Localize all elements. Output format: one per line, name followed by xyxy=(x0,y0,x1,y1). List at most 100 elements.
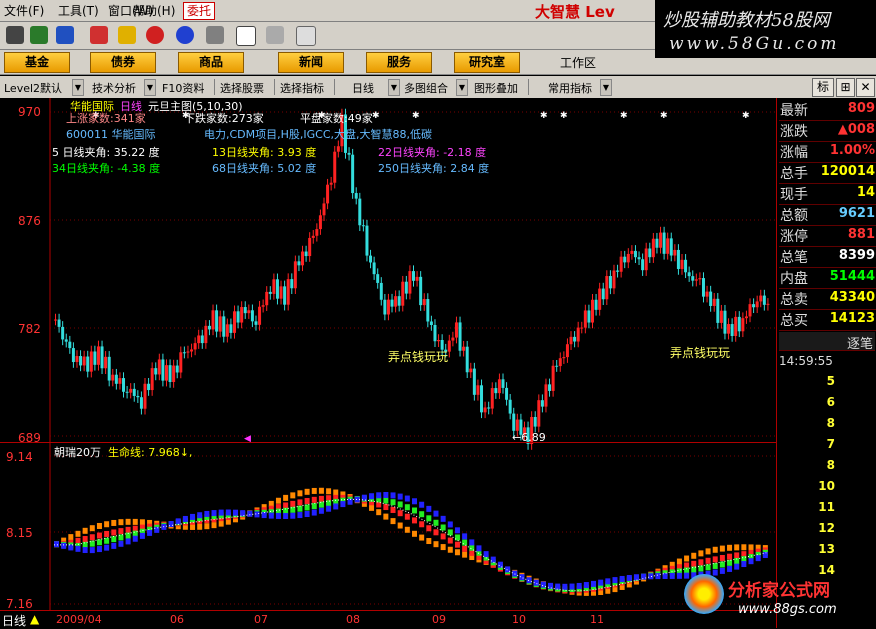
func-tech[interactable]: 技术分析 xyxy=(92,80,136,96)
tab-mark[interactable]: 标 xyxy=(812,78,834,97)
nav-fund[interactable]: 基金 xyxy=(4,52,70,73)
quote-value: 14123 xyxy=(829,311,875,326)
back-icon[interactable] xyxy=(6,26,24,44)
indicator-block xyxy=(426,538,432,545)
indicator-block xyxy=(111,542,117,549)
home-icon[interactable] xyxy=(56,26,74,44)
candle-body xyxy=(637,257,641,260)
nav-research[interactable]: 研究室 xyxy=(454,52,520,73)
indicator-block xyxy=(426,505,432,512)
candle-body xyxy=(229,324,233,333)
candle-body xyxy=(687,272,691,277)
tick-item: 12 xyxy=(818,521,835,535)
daily-dropdown-icon[interactable]: ▼ xyxy=(388,79,400,96)
candle-body xyxy=(501,379,505,388)
candle-body xyxy=(540,400,544,407)
down-count: 下跌家数:273家 xyxy=(184,112,264,125)
indicator-block xyxy=(476,545,482,552)
candle-body xyxy=(64,339,68,342)
indicator-block xyxy=(297,512,303,519)
quote-row: 涨停 881 xyxy=(779,225,876,247)
candle-body xyxy=(247,310,251,314)
plus-box-icon[interactable]: ⊞ xyxy=(836,78,855,97)
level2-dropdown-icon[interactable]: ▼ xyxy=(72,79,84,96)
candle-body xyxy=(236,311,240,323)
indicator-block xyxy=(748,544,754,551)
up-count: 上涨家数:341家 xyxy=(66,112,146,125)
candle-body xyxy=(401,281,405,306)
indicator-block xyxy=(655,573,661,580)
candle-body xyxy=(143,383,147,409)
separator xyxy=(334,79,335,95)
func-common[interactable]: 常用指标 xyxy=(548,80,592,96)
candle-body xyxy=(161,359,165,381)
func-level2[interactable]: Level2默认 xyxy=(4,80,62,96)
multi-dropdown-icon[interactable]: ▼ xyxy=(456,79,468,96)
indicator-block xyxy=(96,546,102,553)
circle-icon[interactable] xyxy=(176,26,194,44)
x-label-2: 07 xyxy=(254,613,268,626)
menu-file[interactable]: 文件(F) xyxy=(4,2,44,19)
candle-body xyxy=(673,249,677,256)
func-select-stock[interactable]: 选择股票 xyxy=(220,80,264,96)
indicator-block xyxy=(454,541,460,548)
candle-body xyxy=(136,395,140,398)
nav-news[interactable]: 新闻 xyxy=(278,52,344,73)
x-label-4: 09 xyxy=(432,613,446,626)
people-icon[interactable] xyxy=(30,26,48,44)
candle-body xyxy=(601,288,605,300)
candle-body xyxy=(487,407,491,409)
indicator-block xyxy=(75,545,81,552)
tick-header[interactable]: 逐笔 xyxy=(779,332,875,352)
menu-tools[interactable]: 工具(T) xyxy=(58,2,99,19)
func-select-indicator[interactable]: 选择指标 xyxy=(280,80,324,96)
tech-dropdown-icon[interactable]: ▼ xyxy=(144,79,156,96)
quote-row: 最新 809 xyxy=(779,99,876,121)
indicator-block xyxy=(390,492,396,499)
indicator-block xyxy=(261,512,267,519)
indicator-block xyxy=(354,496,360,503)
annotation-1: 弄点钱玩玩 xyxy=(388,350,449,364)
nav-commodity[interactable]: 商品 xyxy=(178,52,244,73)
candle-body xyxy=(383,299,387,315)
func-f10[interactable]: F10资料 xyxy=(162,80,204,96)
func-overlay[interactable]: 图形叠加 xyxy=(474,80,518,96)
doc-icon[interactable] xyxy=(206,26,224,44)
indicator-block xyxy=(125,518,131,525)
func-daily[interactable]: 日线 xyxy=(352,80,374,96)
triangle-icon[interactable]: ▲ xyxy=(30,612,39,626)
candle-body xyxy=(96,346,100,365)
indicator-block xyxy=(469,539,475,546)
indicator-block xyxy=(383,513,389,520)
indicator-block xyxy=(390,518,396,525)
common-dropdown-icon[interactable]: ▼ xyxy=(600,79,612,96)
f10-icon[interactable] xyxy=(146,26,164,44)
stock-icon[interactable] xyxy=(90,26,108,44)
quote-row: 内盘 51444 xyxy=(779,267,876,289)
menu-help[interactable]: 帮助(H) xyxy=(133,2,175,19)
sub-y-bottom: 7.16 xyxy=(6,597,33,611)
nav-bond[interactable]: 债券 xyxy=(90,52,156,73)
grid-icon[interactable] xyxy=(266,26,284,44)
indicator-block xyxy=(419,521,425,528)
indicator-block xyxy=(225,509,231,516)
weituo-button[interactable]: 委托 xyxy=(183,2,215,20)
close-icon[interactable]: ✕ xyxy=(856,78,875,97)
candle-body xyxy=(275,279,279,299)
candle-body xyxy=(193,343,197,350)
func-multi[interactable]: 多图组合 xyxy=(404,80,448,96)
star-marker: ✱ xyxy=(560,111,568,121)
diamond-icon[interactable] xyxy=(118,26,136,44)
help-cursor-icon[interactable] xyxy=(296,26,316,46)
quote-value: 881 xyxy=(847,227,875,242)
indicator-block xyxy=(390,506,396,513)
window-icon[interactable] xyxy=(236,26,256,46)
workarea-label[interactable]: 工作区 xyxy=(560,54,596,71)
candle-body xyxy=(641,259,645,271)
star-marker: ✱ xyxy=(660,111,668,121)
candle-body xyxy=(573,336,577,342)
nav-service[interactable]: 服务 xyxy=(366,52,432,73)
footer-period[interactable]: 日线 xyxy=(2,612,26,629)
candle-body xyxy=(225,324,229,337)
candle-body xyxy=(111,374,115,381)
